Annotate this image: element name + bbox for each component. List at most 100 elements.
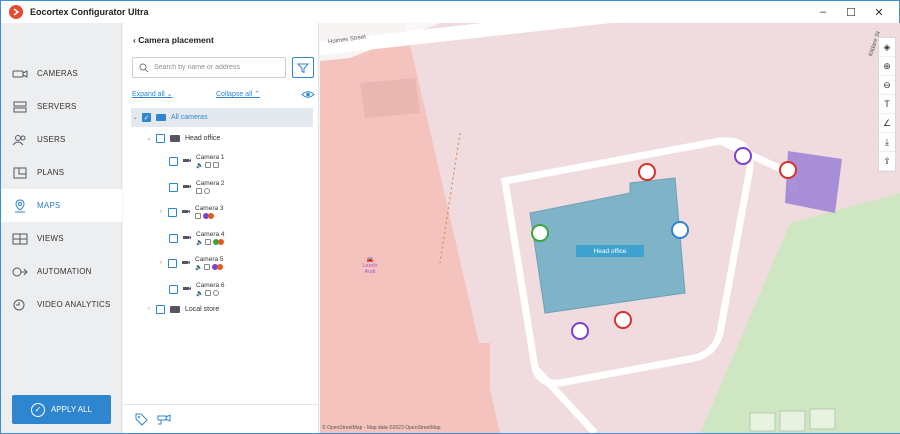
sidebar-item-video-analytics[interactable]: VIDEO ANALYTICS [1, 288, 122, 321]
chevron-right-icon[interactable]: › [145, 306, 153, 312]
views-icon [11, 232, 29, 246]
map-camera-marker[interactable] [531, 224, 549, 242]
app-title: Eocortex Configurator Ultra [30, 7, 149, 17]
angle-icon[interactable]: ∠ [879, 114, 895, 133]
tree-camera-row[interactable]: › Camera 5 🔈 [157, 253, 339, 273]
export-icon[interactable]: ⇪ [879, 152, 895, 171]
sidebar-item-automation[interactable]: AUTOMATION [1, 255, 122, 288]
record-icon [204, 264, 211, 270]
layers-icon[interactable]: ◈ [879, 38, 895, 57]
sidebar-item-label: VIDEO ANALYTICS [37, 300, 111, 309]
chevron-down-icon[interactable]: ⌄ [145, 135, 153, 142]
sidebar-item-users[interactable]: USERS [1, 123, 122, 156]
text-icon[interactable]: T [879, 95, 895, 114]
zoom-in-icon[interactable]: ⊕ [879, 57, 895, 76]
users-icon [11, 133, 29, 147]
chevron-down-icon[interactable]: ⌄ [131, 114, 139, 121]
poi-leeds-audi: 🚘 Leeds Audi [360, 257, 380, 275]
download-icon[interactable]: ⤓ [879, 133, 895, 152]
map-camera-marker[interactable] [571, 322, 589, 340]
camera-checkbox[interactable] [168, 207, 177, 217]
expand-all-link[interactable]: Expand all ⌄ [132, 90, 173, 98]
zoom-out-icon[interactable]: ⊖ [879, 76, 895, 95]
info-icon [204, 188, 210, 194]
sidebar-item-plans[interactable]: PLANS [1, 156, 122, 189]
tree-root-all-cameras[interactable]: ⌄ ✓ All cameras [131, 108, 313, 127]
sidebar-item-views[interactable]: VIEWS [1, 222, 122, 255]
collapse-all-link[interactable]: Collapse all ⌃ [216, 90, 260, 98]
map-camera-marker[interactable] [734, 147, 752, 165]
sidebar-item-cameras[interactable]: CAMERAS [1, 57, 122, 90]
sidebar-item-label: AUTOMATION [37, 267, 92, 276]
building-label[interactable]: Head office [576, 245, 644, 257]
alarm-dot-icon [208, 213, 214, 219]
chevron-right-icon[interactable]: › [157, 260, 165, 266]
title-bar: Eocortex Configurator Ultra – ☐ ✕ [1, 1, 899, 23]
folder-icon [156, 114, 166, 121]
group-checkbox[interactable] [156, 304, 165, 314]
close-button[interactable]: ✕ [865, 1, 893, 23]
apply-all-label: APPLY ALL [50, 405, 93, 414]
cctv-icon [183, 236, 191, 239]
camera-icon [11, 67, 29, 81]
tree-camera-row[interactable]: › Camera 3 [157, 202, 339, 222]
ptz-icon [205, 162, 212, 168]
map-camera-marker[interactable] [671, 221, 689, 239]
cctv-icon [183, 159, 191, 162]
sidebar-item-label: USERS [37, 135, 66, 144]
maximize-button[interactable]: ☐ [837, 1, 865, 23]
tag-icon[interactable] [135, 413, 148, 426]
record-icon [205, 290, 212, 296]
panel-title: ‹ Camera placement [133, 35, 214, 45]
alarm-dot-icon [217, 264, 224, 270]
sidebar-item-maps[interactable]: MAPS [1, 189, 122, 222]
sidebar-item-label: MAPS [37, 201, 61, 210]
map-attribution: © OpenStreetMap - Map data ©2023 OpenStr… [322, 425, 441, 431]
camera-checkbox[interactable] [168, 258, 177, 268]
camera-checkbox[interactable] [169, 182, 178, 192]
apply-all-button[interactable]: ✓ APPLY ALL [12, 395, 111, 424]
all-cameras-checkbox[interactable]: ✓ [142, 113, 151, 122]
map-camera-marker[interactable] [614, 311, 632, 329]
info-icon [213, 290, 220, 296]
search-box [132, 57, 286, 78]
folder-icon [170, 305, 180, 313]
alarm-dot-icon [218, 239, 225, 245]
map-camera-marker[interactable] [779, 161, 797, 179]
map-canvas[interactable] [320, 23, 900, 433]
audio-icon: 🔈 [195, 264, 203, 271]
camera-checkbox[interactable] [169, 233, 178, 243]
sidebar-item-label: CAMERAS [37, 69, 78, 78]
cctv-icon [183, 185, 191, 188]
group-checkbox[interactable] [156, 133, 165, 143]
audio-icon: 🔈 [196, 290, 204, 297]
map-pin-icon [11, 198, 29, 213]
tree-group-head-office[interactable]: ⌄ Head office [145, 131, 327, 145]
main-sidebar: CAMERAS SERVERS USERS PLANS MAPS VIEWS A… [1, 23, 122, 433]
analytics-icon [11, 298, 29, 312]
search-input[interactable] [154, 64, 284, 71]
record-icon [205, 239, 212, 245]
camera-checkbox[interactable] [169, 284, 178, 294]
chevron-right-icon[interactable]: › [157, 209, 165, 215]
record-icon [213, 162, 220, 168]
record-icon [195, 213, 201, 219]
eye-icon[interactable] [301, 90, 315, 99]
cctv-icon [182, 210, 190, 213]
camera-checkbox[interactable] [169, 156, 178, 166]
filter-button[interactable] [292, 57, 314, 78]
tree-group-local-store[interactable]: › Local store [145, 302, 327, 316]
panel-footer [123, 404, 319, 433]
audio-icon: 🔈 [196, 162, 204, 169]
map-camera-marker[interactable] [638, 163, 656, 181]
sidebar-item-label: PLANS [37, 168, 65, 177]
app-logo-icon [9, 5, 23, 19]
minimize-button[interactable]: – [809, 1, 837, 23]
sidebar-item-servers[interactable]: SERVERS [1, 90, 122, 123]
sidebar-item-label: SERVERS [37, 102, 77, 111]
camera-place-icon[interactable] [157, 413, 172, 426]
filter-icon [297, 63, 309, 73]
cctv-icon [182, 261, 190, 264]
map-view[interactable]: Holmes Street Kildare St Head office 🚘 Le… [320, 23, 900, 433]
camera-placement-panel: ‹ Camera placement Expand all ⌄ Collapse… [123, 23, 319, 433]
